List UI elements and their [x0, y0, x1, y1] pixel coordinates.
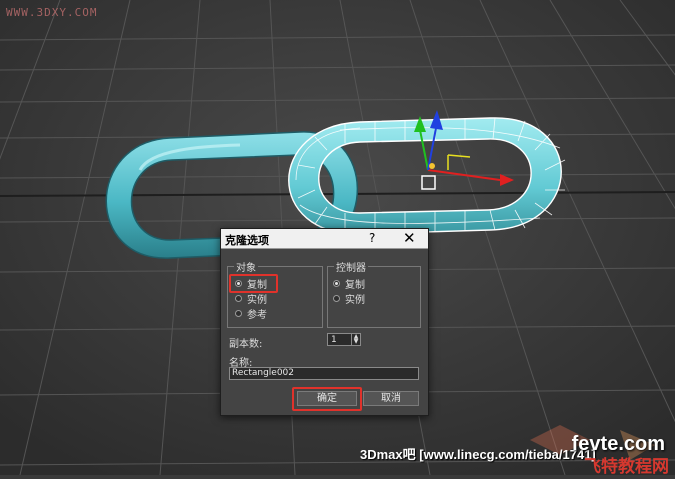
- controller-group-label: 控制器: [334, 259, 368, 274]
- object-radio-reference[interactable]: 参考: [235, 306, 267, 321]
- radio-icon[interactable]: [235, 309, 242, 317]
- copies-label: 副本数:: [229, 339, 263, 350]
- object-radio-reference-label: 参考: [247, 309, 267, 321]
- highlight-ok-button: [292, 387, 362, 411]
- help-icon[interactable]: ?: [369, 231, 375, 245]
- dialog-title: 克隆选项: [225, 234, 269, 247]
- controller-radio-copy-label: 复制: [345, 279, 365, 291]
- watermark-top: WWW.3DXY.COM: [6, 6, 98, 19]
- radio-icon[interactable]: [333, 279, 340, 287]
- highlight-copy-option: [229, 274, 278, 293]
- copies-spinner[interactable]: 1 ▲ ▼: [327, 333, 361, 346]
- cancel-button[interactable]: 取消: [363, 391, 419, 406]
- spinner-arrows-icon[interactable]: ▲ ▼: [351, 334, 360, 345]
- controller-radio-instance-label: 实例: [345, 294, 365, 306]
- dialog-titlebar[interactable]: 克隆选项 ? ✕: [221, 229, 428, 249]
- object-radio-instance[interactable]: 实例: [235, 291, 267, 306]
- object-group-label: 对象: [234, 259, 258, 274]
- radio-icon[interactable]: [333, 294, 340, 302]
- radio-icon[interactable]: [235, 294, 242, 302]
- copies-value: 1: [331, 335, 337, 345]
- brand-subtitle: 飞特教程网: [584, 457, 669, 476]
- controller-radio-instance[interactable]: 实例: [333, 291, 365, 306]
- close-icon[interactable]: ✕: [403, 229, 416, 247]
- clone-options-dialog[interactable]: 克隆选项 ? ✕ 对象 复制 实例 参考 控制器 复制 实例 副本数: 1 ▲ ▼…: [220, 228, 429, 416]
- forum-caption: 3Dmax吧 [www.linecg.com/tieba/1741]: [360, 447, 596, 462]
- controller-radio-copy[interactable]: 复制: [333, 276, 365, 291]
- name-field[interactable]: Rectangle002: [229, 367, 419, 380]
